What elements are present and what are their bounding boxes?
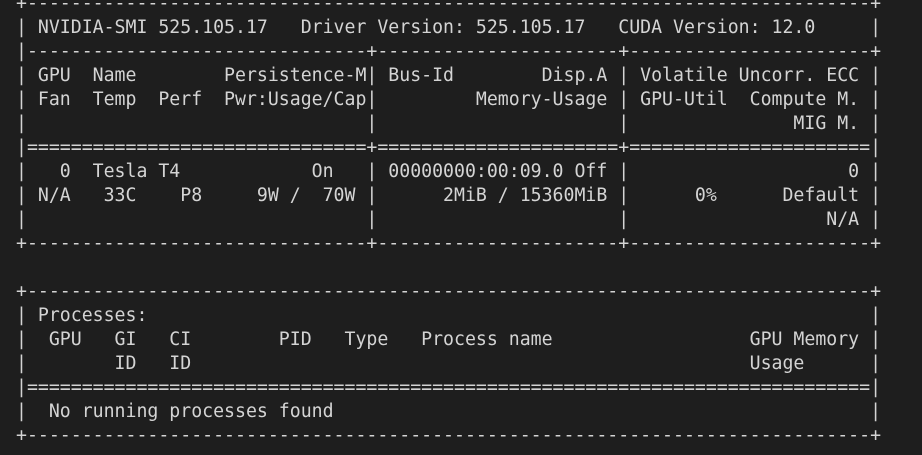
processes-divider: |=======================================… bbox=[16, 377, 882, 398]
gpu-column-header-2: | Fan Temp Perf Pwr:Usage/Cap| Memory-Us… bbox=[16, 89, 882, 110]
gpu-column-header-1: | GPU Name Persistence-M| Bus-Id Disp.A … bbox=[16, 65, 882, 86]
header-separator: |-------------------------------+-------… bbox=[16, 41, 882, 62]
terminal-window[interactable]: +---------------------------------------… bbox=[0, 0, 922, 455]
no-processes-message: | No running processes found | bbox=[16, 401, 882, 422]
gpu-row-2: | N/A 33C P8 9W / 70W | 2MiB / 15360MiB … bbox=[16, 185, 882, 206]
gpu-column-header-3: | | | MIG M. | bbox=[16, 113, 882, 134]
processes-title: | Processes: | bbox=[16, 305, 882, 326]
gpu-row-1: | 0 Tesla T4 On | 00000000:00:09.0 Off |… bbox=[16, 161, 882, 182]
gpu-table-divider: |===============================+=======… bbox=[16, 137, 882, 158]
processes-bottom-border: +---------------------------------------… bbox=[16, 425, 882, 446]
processes-top-border: +---------------------------------------… bbox=[16, 281, 882, 302]
processes-column-header-1: | GPU GI CI PID Type Process name GPU Me… bbox=[16, 329, 882, 350]
processes-column-header-2: | ID ID Usage | bbox=[16, 353, 882, 374]
nvidia-smi-output: +---------------------------------------… bbox=[16, 0, 881, 448]
gpu-table-bottom-border: +-------------------------------+-------… bbox=[16, 233, 882, 254]
top-border: +---------------------------------------… bbox=[16, 0, 882, 14]
gpu-row-3: | | | N/A | bbox=[16, 209, 882, 230]
version-header-line: | NVIDIA-SMI 525.105.17 Driver Version: … bbox=[16, 17, 882, 38]
